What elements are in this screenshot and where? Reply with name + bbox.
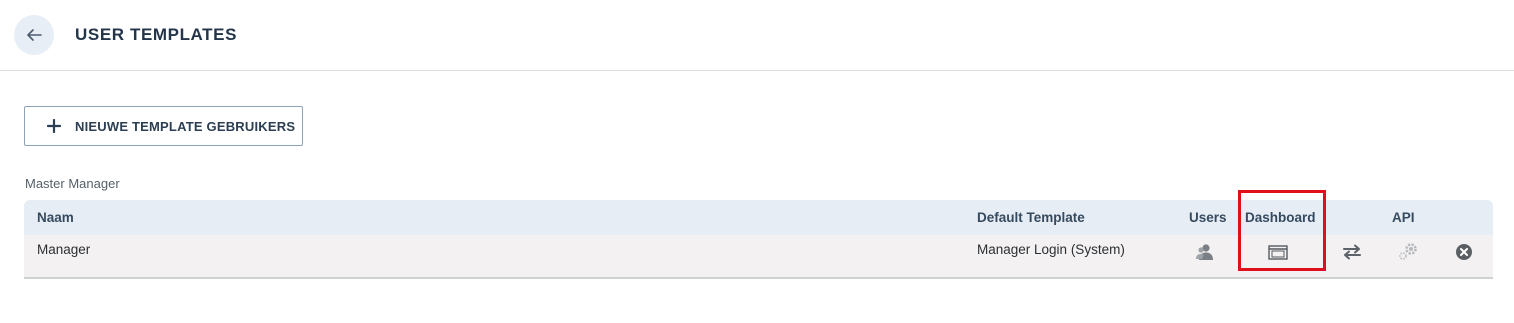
column-header-default-template[interactable]: Default Template xyxy=(977,210,1085,225)
swap-arrows-icon[interactable] xyxy=(1341,241,1363,263)
column-header-name[interactable]: Naam xyxy=(37,210,74,225)
table-header: Naam Default Template Users Dashboard AP… xyxy=(24,200,1493,235)
table-row[interactable]: Manager Manager Login (System) xyxy=(24,235,1493,279)
page-header: USER TEMPLATES xyxy=(0,0,1514,71)
row-name: Manager xyxy=(37,242,91,257)
group-label: Master Manager xyxy=(25,176,120,191)
arrow-left-icon xyxy=(27,29,42,41)
new-template-button-label: NIEUWE TEMPLATE GEBRUIKERS xyxy=(75,118,296,134)
users-icon[interactable] xyxy=(1194,241,1216,263)
column-header-api: API xyxy=(1392,210,1415,225)
row-default-template: Manager Login (System) xyxy=(977,242,1125,257)
back-button[interactable] xyxy=(14,15,54,55)
delete-circle-icon[interactable] xyxy=(1453,241,1475,263)
dashboard-window-icon[interactable] xyxy=(1267,241,1289,263)
column-header-dashboard: Dashboard xyxy=(1245,210,1316,225)
column-header-users: Users xyxy=(1189,210,1227,225)
new-template-button[interactable]: NIEUWE TEMPLATE GEBRUIKERS xyxy=(24,106,303,146)
api-gear-icon[interactable] xyxy=(1397,241,1419,263)
plus-icon xyxy=(47,119,61,133)
templates-table: Naam Default Template Users Dashboard AP… xyxy=(24,200,1493,279)
page-title: USER TEMPLATES xyxy=(75,25,238,44)
